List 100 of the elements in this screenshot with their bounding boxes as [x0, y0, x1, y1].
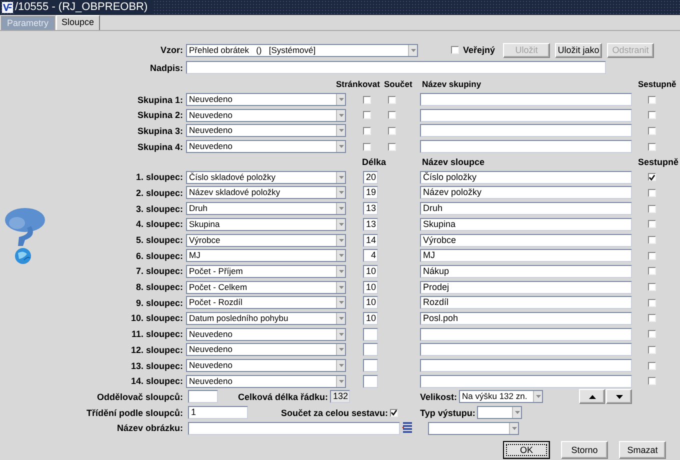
text-field[interactable] [420, 108, 632, 122]
text-field[interactable] [188, 422, 400, 435]
text-field[interactable]: Název položky [420, 186, 632, 200]
text-field[interactable]: 1 [188, 406, 248, 420]
text-field[interactable]: 4 [363, 249, 378, 262]
text-field[interactable]: MJ [420, 249, 632, 262]
checkbox[interactable] [648, 267, 656, 276]
text-field[interactable]: 10 [363, 280, 378, 294]
text-field[interactable]: Druh [420, 202, 632, 216]
dropdown[interactable]: Neuvedeno [186, 359, 346, 372]
checkbox[interactable] [363, 142, 371, 151]
checkbox[interactable] [363, 111, 371, 120]
text-field[interactable]: 13 [363, 218, 378, 231]
dropdown[interactable]: Číslo skladové položky [186, 170, 346, 184]
text-field[interactable] [420, 93, 632, 106]
text-field[interactable] [420, 374, 632, 388]
list-icon[interactable] [402, 422, 413, 434]
text-field[interactable]: Posl.poh [420, 312, 632, 325]
text-field[interactable]: 20 [363, 170, 378, 184]
dropdown[interactable] [428, 422, 519, 435]
button[interactable]: Uložit jako [555, 42, 602, 58]
dropdown[interactable]: Neuvedeno [186, 93, 346, 106]
text-field[interactable] [420, 328, 632, 341]
checkbox[interactable] [648, 142, 656, 151]
checkbox[interactable] [648, 188, 656, 197]
text-field[interactable] [363, 359, 378, 372]
dropdown[interactable]: Skupina [186, 218, 346, 231]
checkbox[interactable] [648, 204, 656, 213]
dropdown[interactable]: Neuvedeno [186, 374, 346, 388]
checkbox[interactable] [648, 236, 656, 244]
field-label: Veřejný [463, 45, 496, 55]
text-field[interactable]: 10 [363, 264, 378, 278]
dropdown[interactable]: Datum posledního pohybu [186, 312, 346, 325]
checkbox[interactable] [388, 126, 396, 135]
text-field[interactable] [420, 124, 632, 138]
dropdown[interactable] [477, 406, 522, 420]
text-field[interactable] [420, 343, 632, 356]
dropdown[interactable]: Neuvedeno [186, 343, 346, 356]
checkbox[interactable] [648, 298, 656, 307]
text-field[interactable] [363, 328, 378, 341]
dropdown[interactable]: Počet - Rozdíl [186, 296, 346, 310]
checkbox[interactable] [648, 220, 656, 228]
checkbox[interactable] [388, 142, 396, 151]
checkbox[interactable] [363, 96, 371, 104]
text-field[interactable] [363, 374, 378, 388]
text-field[interactable]: Rozdíl [420, 296, 632, 310]
dropdown[interactable]: Název skladové položky [186, 186, 346, 200]
dropdown[interactable]: Počet - Celkem [186, 280, 346, 294]
button[interactable]: Smazat [619, 441, 666, 460]
text-field[interactable]: Výrobce [420, 234, 632, 247]
text-field[interactable] [420, 140, 632, 154]
help-icon [3, 206, 47, 266]
move-up-button[interactable] [579, 389, 606, 404]
checkbox[interactable] [648, 346, 656, 354]
dropdown[interactable]: Počet - Příjem [186, 264, 346, 278]
dropdown[interactable]: Neuvedeno [186, 124, 346, 138]
caret-icon [536, 395, 541, 398]
text-field[interactable]: Prodej [420, 280, 632, 294]
text-field[interactable]: Nákup [420, 264, 632, 278]
checkbox[interactable] [648, 252, 656, 260]
text-field[interactable]: 13 [363, 202, 378, 216]
checkbox[interactable] [648, 126, 656, 135]
checkbox[interactable] [648, 173, 656, 182]
checkbox[interactable] [648, 362, 656, 370]
checkbox[interactable] [451, 46, 459, 54]
tab[interactable]: Sloupce [56, 15, 100, 30]
dropdown[interactable]: Přehled obrátek () [Systémové] [186, 44, 418, 56]
text-field[interactable]: Skupina [420, 218, 632, 231]
text-field[interactable]: 14 [363, 234, 378, 247]
checkbox[interactable] [363, 126, 371, 135]
checkbox[interactable] [648, 96, 656, 104]
text-field[interactable]: 132 [330, 390, 350, 404]
field-label: Délka [361, 156, 388, 167]
text-field[interactable] [420, 359, 632, 372]
text-field[interactable]: 10 [363, 296, 378, 310]
checkbox[interactable] [648, 111, 656, 120]
checkbox[interactable] [388, 111, 396, 120]
text-field[interactable] [186, 61, 606, 74]
move-down-button[interactable] [606, 389, 632, 404]
checkbox[interactable] [648, 314, 656, 322]
checkbox[interactable] [388, 96, 396, 104]
dropdown[interactable]: MJ [186, 249, 346, 262]
button[interactable]: OK [503, 441, 550, 460]
text-field[interactable] [363, 343, 378, 356]
checkbox[interactable] [390, 408, 398, 417]
checkbox[interactable] [648, 283, 656, 292]
dropdown[interactable]: Druh [186, 202, 346, 216]
text-field[interactable] [188, 390, 218, 404]
dropdown[interactable]: Neuvedeno [186, 328, 346, 341]
dropdown[interactable]: Na výšku 132 zn. [459, 390, 544, 404]
button[interactable]: Storno [561, 441, 608, 460]
dropdown[interactable]: Výrobce [186, 234, 346, 247]
dropdown[interactable]: Neuvedeno [186, 108, 346, 122]
text-field[interactable]: Číslo položky [420, 170, 632, 184]
dropdown[interactable]: Neuvedeno [186, 140, 346, 154]
checkbox[interactable] [648, 377, 656, 386]
text-field[interactable]: 10 [363, 312, 378, 325]
caret-icon [514, 411, 520, 414]
checkbox[interactable] [648, 330, 656, 338]
text-field[interactable]: 19 [363, 186, 378, 200]
